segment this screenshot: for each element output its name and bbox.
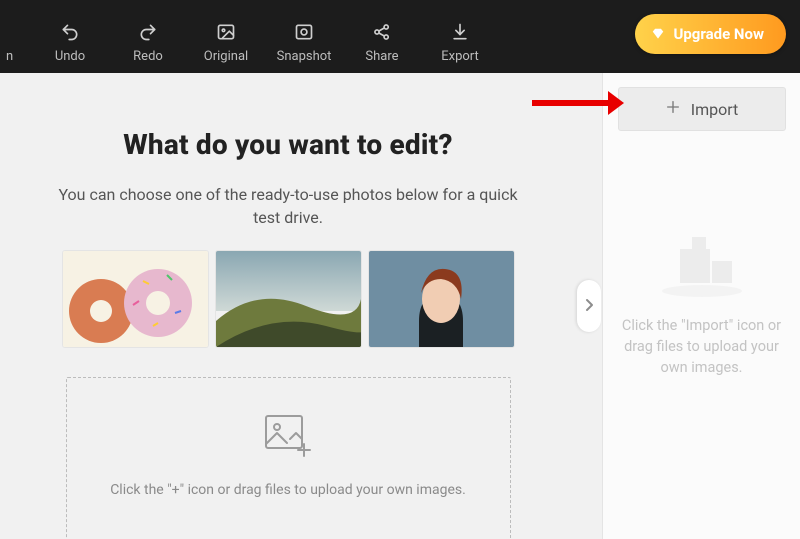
share-button[interactable]: Share — [348, 4, 416, 64]
chevron-right-icon — [584, 297, 594, 316]
undo-button[interactable]: Undo — [36, 4, 104, 64]
placeholder-illustration-icon — [652, 231, 752, 301]
assets-rail: Import Click the "Import" icon or drag f… — [602, 73, 800, 539]
undo-label: Undo — [55, 49, 85, 64]
sample-photo-1[interactable] — [63, 251, 208, 347]
toolbar-label: n — [6, 49, 13, 64]
export-label: Export — [441, 49, 479, 64]
upgrade-button[interactable]: Upgrade Now — [635, 14, 786, 54]
plus-icon — [665, 99, 681, 119]
upgrade-label: Upgrade Now — [673, 25, 764, 43]
snapshot-button[interactable]: Snapshot — [270, 4, 338, 64]
download-icon — [449, 21, 471, 43]
upload-dropzone[interactable]: Click the "+" icon or drag files to uplo… — [66, 377, 511, 539]
share-label: Share — [365, 49, 398, 64]
toolbar-item-truncated[interactable]: n — [6, 4, 26, 64]
redo-label: Redo — [133, 49, 163, 64]
main-empty-state: What do you want to edit? You can choose… — [0, 73, 576, 539]
rail-placeholder-text: Click the "Import" icon or drag files to… — [619, 315, 784, 378]
import-button[interactable]: Import — [618, 87, 786, 131]
add-image-icon — [260, 408, 316, 464]
snapshot-label: Snapshot — [277, 49, 332, 64]
import-label: Import — [691, 100, 739, 119]
redo-button[interactable]: Redo — [114, 4, 182, 64]
subtext: You can choose one of the ready-to-use p… — [58, 183, 518, 229]
export-button[interactable]: Export — [426, 4, 494, 64]
sample-photos-row — [22, 251, 554, 347]
sample-photo-2[interactable] — [216, 251, 361, 347]
undo-icon — [59, 21, 81, 43]
workspace: What do you want to edit? You can choose… — [0, 73, 800, 539]
share-icon — [371, 21, 393, 43]
collapse-rail-button[interactable] — [577, 280, 601, 332]
sample-photo-3[interactable] — [369, 251, 514, 347]
redo-icon — [137, 21, 159, 43]
original-button[interactable]: Original — [192, 4, 260, 64]
headline: What do you want to edit? — [22, 128, 554, 161]
top-toolbar: n Undo Redo Original Snapshot Share — [0, 0, 800, 73]
rail-divider — [576, 73, 602, 539]
diamond-icon — [651, 27, 665, 41]
upload-hint: Click the "+" icon or drag files to uplo… — [110, 482, 466, 498]
camera-icon — [293, 21, 315, 43]
rail-placeholder: Click the "Import" icon or drag files to… — [613, 231, 790, 378]
original-label: Original — [204, 49, 248, 64]
image-icon — [215, 21, 237, 43]
